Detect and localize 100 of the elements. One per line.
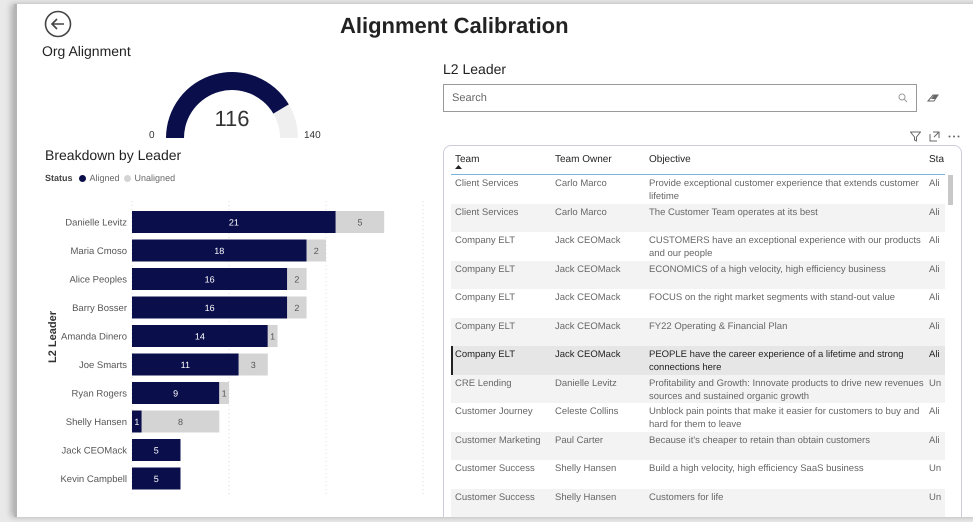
- search-field[interactable]: Search: [443, 84, 917, 112]
- table-cell-text: Ali: [928, 434, 941, 448]
- axis-label: Barry Bosser: [72, 302, 127, 314]
- table-row[interactable]: Client Services Carlo Marco The Customer Team operates at its best Ali: [451, 204, 945, 232]
- eraser-icon[interactable]: [927, 93, 939, 103]
- data-label: 2: [314, 246, 319, 256]
- data-label: 18: [214, 246, 224, 256]
- data-label: 1: [222, 388, 227, 398]
- gauge-min: 0: [149, 129, 155, 143]
- table-cell-text: The Customer Team operates at its best: [648, 206, 819, 220]
- data-label: 3: [250, 360, 256, 370]
- table-cell-text: Ali: [928, 348, 941, 362]
- table-cell-text: Carlo Marco: [554, 206, 608, 220]
- table-cell-text: Customer Success: [454, 462, 536, 476]
- axis-label: Ryan Rogers: [72, 388, 127, 399]
- table-cell-text: Company ELT: [454, 234, 516, 248]
- table-cell-text: CRE Lending: [454, 376, 513, 390]
- axis-title: L2 Leader: [47, 310, 59, 362]
- table-cell-text: Provide exceptional customer experience that extends customer lifetime: [648, 177, 920, 204]
- table-cell-text: Because it's cheaper to retain than obtain customers: [648, 434, 871, 448]
- table-cell-text: Carlo Marco: [554, 177, 608, 191]
- data-label: 5: [154, 445, 159, 455]
- table-row[interactable]: CRE Lending Danielle Levitz Profitability and Growth: Innovate products to drive new revenues sources and sustained organic growth Un: [451, 374, 945, 403]
- data-label: 16: [204, 302, 215, 312]
- table-cell-text: Ali: [928, 320, 941, 334]
- table-cell-text: Unblock pain points that make it easier for customers to buy and hard for them to leave: [648, 405, 920, 432]
- table-cell-text: Client Services: [454, 177, 520, 191]
- axis-label: Jack CEOMack: [62, 445, 127, 456]
- axis-label: Shelly Hansen: [66, 416, 127, 428]
- data-label: 5: [154, 474, 159, 484]
- gauge-max: 140: [304, 129, 321, 143]
- axis-label: Amanda Dinero: [60, 331, 127, 342]
- table-row[interactable]: Company ELT Jack CEOMack FY22 Operating & Financial Plan Ali: [451, 318, 945, 346]
- table-cell-text: Company ELT: [454, 348, 516, 362]
- sort-arrow-icon: [455, 165, 462, 169]
- table-cell-text: Ali: [928, 234, 941, 248]
- column-header[interactable]: Team Owner: [551, 152, 645, 174]
- table-cell-text: Company ELT: [454, 262, 516, 276]
- table-cell-text: FOCUS on the right market segments with stand-out value: [648, 291, 896, 305]
- data-label: 21: [228, 217, 239, 227]
- table-cell-text: Ali: [928, 206, 941, 220]
- table-cell-text: Un: [928, 462, 942, 476]
- data-label: 2: [294, 302, 300, 312]
- table-cell-text: Company ELT: [454, 320, 516, 334]
- table-cell-text: PEOPLE have the career experience of a lifetime and strong connections here: [648, 348, 905, 374]
- table-row[interactable]: Company ELT Jack CEOMack PEOPLE have the career experience of a lifetime and strong connections here Ali: [451, 346, 945, 374]
- table-cell-text: Ali: [928, 291, 941, 305]
- table-cell-text: Client Services: [454, 206, 520, 220]
- data-label: 8: [178, 416, 183, 426]
- data-label: 9: [173, 388, 178, 398]
- expand-icon[interactable]: [929, 130, 940, 142]
- table-cell-text: Company ELT: [454, 291, 516, 305]
- table-cell-text: Paul Carter: [554, 434, 604, 448]
- axis-label: Kevin Campbell: [60, 474, 127, 484]
- table-cell-text: Un: [928, 376, 942, 390]
- table-row[interactable]: Company ELT Jack CEOMack ECONOMICS of a high velocity, high efficiency business Ali: [451, 260, 945, 289]
- table-cell-text: CUSTOMERS have an exceptional experience with our products and our people: [648, 234, 922, 260]
- data-label: 11: [180, 360, 190, 370]
- column-header[interactable]: Objective: [645, 152, 925, 174]
- table-row[interactable]: Customer Success Shelly Hansen Customers for life Un: [451, 488, 945, 517]
- section-title: L2 Leader: [443, 60, 508, 79]
- axis-label: Maria Cmoso: [70, 246, 127, 256]
- table-cell-text: Jack CEOMack: [554, 320, 622, 334]
- table-cell-text: Celeste Collins: [554, 405, 620, 419]
- table-cell-text: Profitability and Growth: Innovate products to drive new revenues sources and sustained organic growth: [648, 376, 925, 403]
- table-cell-text: Shelly Hansen: [554, 462, 618, 476]
- gauge-value: 116: [213, 105, 251, 133]
- data-label: 1: [134, 416, 140, 426]
- table-cell-text: Jack CEOMack: [554, 234, 622, 248]
- column-header[interactable]: Sta: [925, 152, 943, 174]
- table-cell-text: Un: [928, 490, 942, 504]
- table-cell-text: Build a high velocity, high efficiency SaaS business: [648, 462, 865, 476]
- table-cell-text: Customers for life: [648, 490, 724, 504]
- table-cell-text: Jack CEOMack: [554, 348, 622, 362]
- table-cell-text: Ali: [928, 262, 941, 276]
- scrollbar[interactable]: [948, 175, 953, 205]
- section-title: Org Alignment: [42, 42, 132, 61]
- gauge-track: [273, 104, 298, 138]
- table-cell-text: Customer Marketing: [454, 434, 542, 448]
- axis-label: Joe Smarts: [78, 360, 127, 370]
- search-icon: [898, 93, 908, 103]
- table-cell-text: Jack CEOMack: [554, 262, 622, 276]
- section-title: Breakdown by Leader: [45, 146, 182, 165]
- legend-label: Unaligned: [134, 172, 176, 185]
- table-cell-text: Shelly Hansen: [554, 490, 618, 504]
- data-label: 1: [270, 331, 276, 341]
- column-header[interactable]: Team: [451, 152, 551, 174]
- data-label: 2: [294, 274, 300, 284]
- axis-label: Alice Peoples: [69, 274, 127, 285]
- legend-title: Status: [45, 172, 73, 185]
- table-cell-text: Ali: [928, 405, 941, 419]
- table-cell-text: Customer Journey: [454, 405, 534, 419]
- filter-icon[interactable]: [910, 130, 921, 142]
- table-cell-text: ECONOMICS of a high velocity, high efficiency business: [648, 262, 887, 276]
- table-cell-text: Jack CEOMack: [554, 291, 622, 305]
- table-row[interactable]: Customer Marketing Paul Carter Because it's cheaper to retain than obtain customers Ali: [451, 432, 945, 460]
- data-label: 16: [204, 274, 215, 284]
- page-title: Alignment Calibration: [340, 12, 569, 40]
- more-icon[interactable]: [948, 134, 960, 138]
- table-cell-text: Ali: [928, 177, 941, 191]
